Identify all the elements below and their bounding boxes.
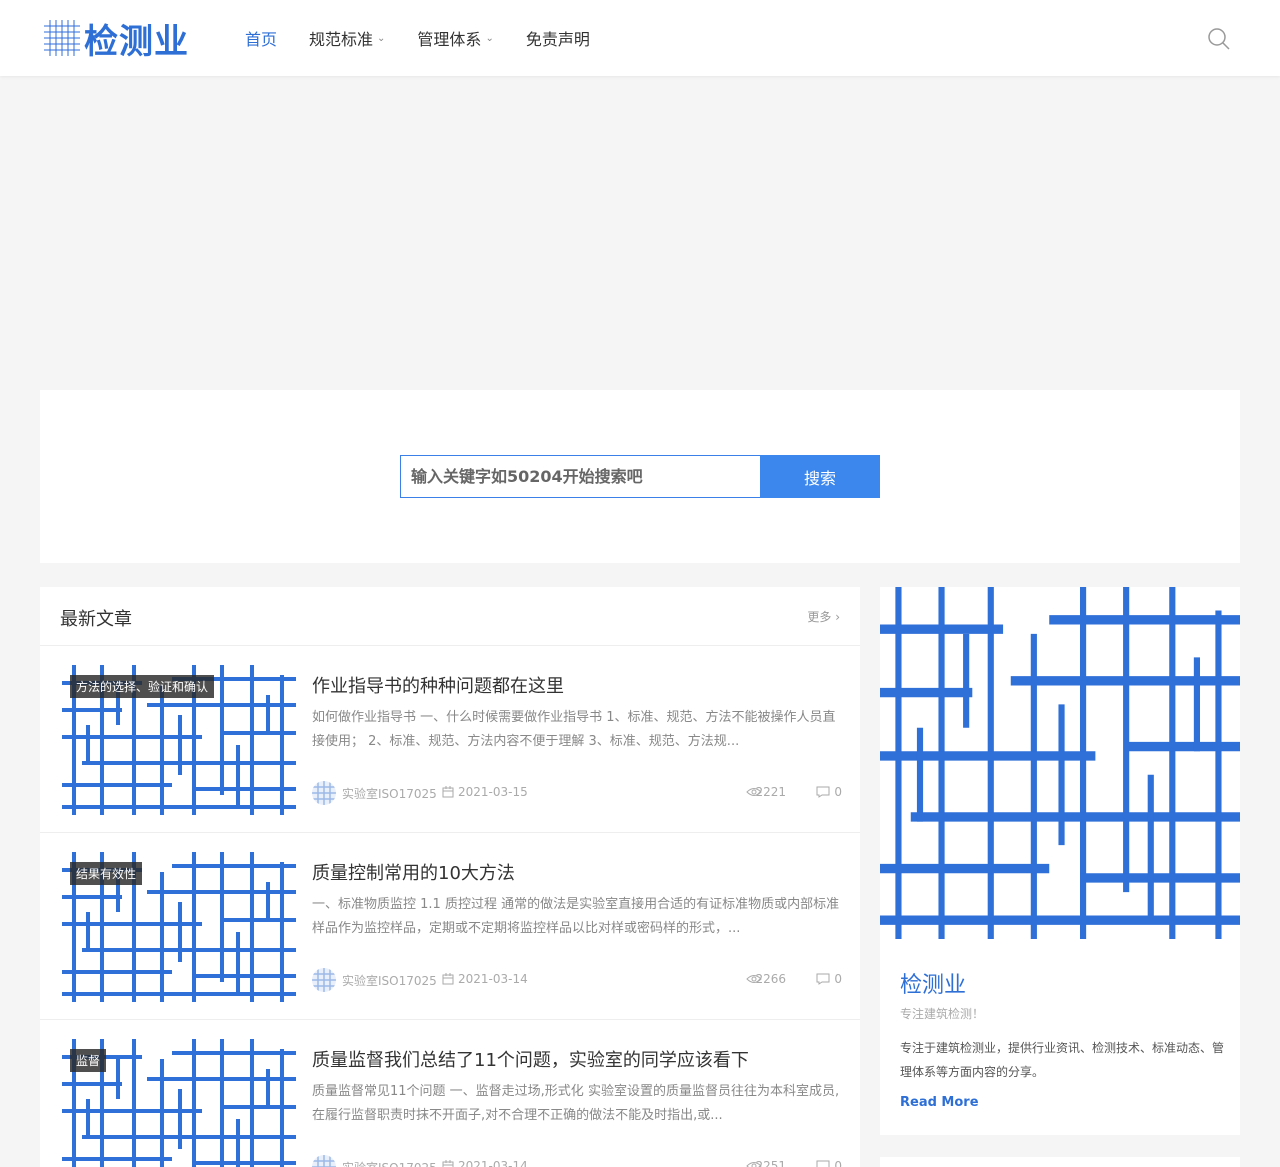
search-panel: 搜索 bbox=[40, 390, 1240, 563]
calendar-icon bbox=[442, 786, 454, 798]
post-excerpt: 如何做作业指导书 一、什么时候需要做作业指导书 1、标准、规范、方法不能被操作人… bbox=[312, 710, 836, 749]
comment-icon bbox=[816, 973, 830, 985]
post-comments: 0 bbox=[834, 1159, 842, 1167]
post-item: 结果有效性 质量控制常用的10大方法 一、标准物质监控 1.1 质控过程 通常的… bbox=[40, 833, 860, 1020]
search-icon[interactable] bbox=[1206, 26, 1232, 52]
calendar-icon bbox=[442, 973, 454, 985]
nav-item-home[interactable]: 首页 bbox=[245, 26, 277, 50]
avatar bbox=[312, 1155, 336, 1167]
search-form: 搜索 bbox=[400, 455, 880, 498]
post-title[interactable]: 作业指导书的种种问题都在这里 bbox=[312, 672, 564, 698]
nav-item-label: 首页 bbox=[245, 30, 278, 49]
post-views: 2251 bbox=[755, 1159, 786, 1167]
post-meta: 实验室ISO17025 2021-03-14 2266 0 bbox=[312, 968, 842, 992]
post-comments: 0 bbox=[834, 785, 842, 799]
latest-posts-panel: 最新文章 更多 › 方法的选择、验证和确认 作业指导书的种种问题都在这里 如何做… bbox=[40, 587, 860, 1167]
post-views: 2221 bbox=[755, 785, 786, 799]
logo-grid-icon bbox=[44, 20, 80, 56]
post-comments: 0 bbox=[834, 972, 842, 986]
post-category-badge[interactable]: 监督 bbox=[70, 1049, 107, 1072]
nav-item-management[interactable]: 管理体系 ⌄ bbox=[417, 26, 493, 50]
search-button[interactable]: 搜索 bbox=[760, 455, 880, 498]
post-author[interactable]: 实验室ISO17025 bbox=[342, 785, 437, 802]
post-excerpt: 质量监督常见11个问题 一、监督走过场,形式化 实验室设置的质量监督员往往为本科… bbox=[312, 1084, 840, 1123]
post-author[interactable]: 实验室ISO17025 bbox=[342, 1159, 437, 1167]
nav-item-disclaimer[interactable]: 免责声明 bbox=[526, 26, 590, 50]
about-tagline: 专注建筑检测！ bbox=[900, 1007, 985, 1021]
about-widget: 检测业 专注建筑检测！ 专注于建筑检测业，提供行业资讯、检测技术、标准动态、管理… bbox=[880, 587, 1240, 1135]
latest-posts-header: 最新文章 更多 › bbox=[40, 587, 860, 646]
comment-icon bbox=[816, 1160, 830, 1167]
post-views: 2266 bbox=[755, 972, 786, 986]
about-description: 专注于建筑检测业，提供行业资讯、检测技术、标准动态、管理体系等方面内容的分享。 bbox=[900, 1041, 1225, 1079]
site-header: 检测业 首页 规范标准 ⌄ 管理体系 ⌄ 免责声明 bbox=[0, 0, 1280, 76]
search-input[interactable] bbox=[400, 455, 760, 498]
main-nav: 首页 规范标准 ⌄ 管理体系 ⌄ 免责声明 bbox=[245, 0, 622, 76]
chevron-down-icon: ⌄ bbox=[377, 32, 386, 44]
post-author[interactable]: 实验室ISO17025 bbox=[342, 972, 437, 989]
section-title: 最新文章 bbox=[60, 609, 132, 630]
post-category-badge[interactable]: 方法的选择、验证和确认 bbox=[70, 675, 215, 698]
post-title[interactable]: 质量监督我们总结了11个问题，实验室的同学应该看下 bbox=[312, 1046, 749, 1072]
post-date: 2021-03-14 bbox=[458, 972, 528, 986]
post-excerpt: 一、标准物质监控 1.1 质控过程 通常的做法是实验室直接用合适的有证标准物质或… bbox=[312, 897, 840, 936]
post-category-badge[interactable]: 结果有效性 bbox=[70, 862, 143, 885]
post-date: 2021-03-14 bbox=[458, 1159, 528, 1167]
nav-item-standards[interactable]: 规范标准 ⌄ bbox=[309, 26, 385, 50]
avatar bbox=[312, 781, 336, 805]
about-title[interactable]: 检测业 bbox=[900, 967, 966, 999]
post-title[interactable]: 质量控制常用的10大方法 bbox=[312, 859, 515, 885]
more-link[interactable]: 更多 › bbox=[807, 608, 840, 625]
comment-icon bbox=[816, 786, 830, 798]
post-item: 监督 质量监督我们总结了11个问题，实验室的同学应该看下 质量监督常见11个问题… bbox=[40, 1020, 860, 1167]
chevron-down-icon: ⌄ bbox=[485, 32, 494, 44]
nav-item-label: 管理体系 bbox=[417, 30, 482, 49]
nav-item-label: 规范标准 bbox=[309, 30, 374, 49]
site-logo[interactable]: 检测业 bbox=[44, 18, 189, 62]
logo-text: 检测业 bbox=[84, 21, 189, 62]
read-more-link[interactable]: Read More bbox=[900, 1095, 979, 1110]
post-meta: 实验室ISO17025 2021-03-15 2221 0 bbox=[312, 781, 842, 805]
avatar bbox=[312, 968, 336, 992]
post-date: 2021-03-15 bbox=[458, 785, 528, 799]
calendar-icon bbox=[442, 1160, 454, 1167]
post-meta: 实验室ISO17025 2021-03-14 2251 0 bbox=[312, 1155, 842, 1167]
nav-item-label: 免责声明 bbox=[525, 30, 590, 49]
sidebar-widget bbox=[880, 1157, 1240, 1167]
post-item: 方法的选择、验证和确认 作业指导书的种种问题都在这里 如何做作业指导书 一、什么… bbox=[40, 646, 860, 833]
about-image bbox=[880, 587, 1240, 939]
